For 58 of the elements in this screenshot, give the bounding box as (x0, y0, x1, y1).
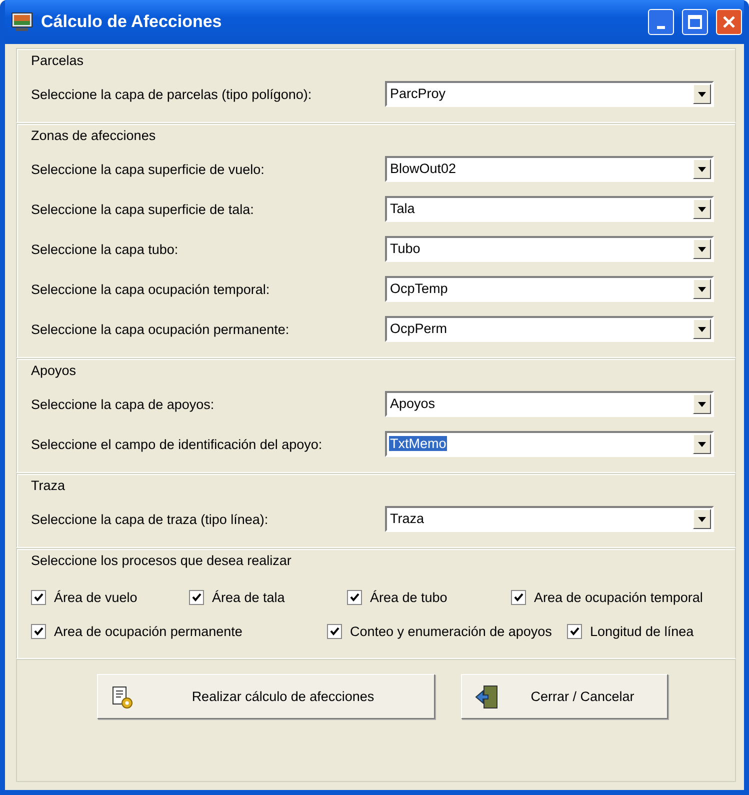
checkbox-label: Área de tubo (370, 590, 448, 604)
caret-icon (698, 206, 706, 212)
field-label: Seleccione la capa de parcelas (tipo polígono): (31, 86, 313, 102)
minimize-icon (657, 26, 665, 28)
group-title: Zonas de afecciones (31, 128, 157, 143)
document-gear-icon (110, 684, 134, 708)
dropdown[interactable]: OcpTemp (385, 276, 714, 302)
checkbox-label: Conteo y enumeración de apoyos (350, 624, 552, 638)
dropdown[interactable]: Apoyos (385, 391, 714, 417)
close-button[interactable] (716, 9, 742, 35)
checkbox-label: Longitud de línea (590, 624, 694, 638)
action-button[interactable]: Cerrar / Cancelar (461, 674, 668, 719)
dropdown[interactable]: ParcProy (385, 81, 714, 107)
caret-icon (698, 442, 706, 446)
checkbox[interactable] (511, 590, 526, 604)
maximize-icon (688, 15, 702, 29)
checkbox[interactable] (189, 590, 204, 604)
caret-icon (698, 402, 706, 406)
checkbox-label: Area de ocupación temporal (534, 590, 703, 604)
section-title: Seleccione los procesos que desea realizar (31, 553, 292, 568)
dropdown[interactable]: BlowOut02 (385, 156, 714, 182)
checkbox[interactable] (567, 624, 582, 638)
caret-icon (698, 286, 706, 292)
checkbox[interactable] (327, 624, 342, 638)
caret-icon (698, 166, 706, 172)
checkbox-label: Área de tala (212, 590, 285, 604)
field-label: Seleccione la capa superficie de tala: (31, 202, 255, 216)
caret-icon (698, 246, 706, 252)
checkbox[interactable] (31, 624, 46, 638)
dropdown[interactable]: TxtMemo (385, 431, 714, 457)
field-label: Seleccione la capa de traza (tipo línea): (31, 512, 270, 526)
checkbox-label: Area de ocupación permanente (54, 624, 242, 638)
checkbox[interactable] (347, 590, 362, 604)
maximize-button[interactable] (682, 9, 708, 35)
minimize-button[interactable] (648, 9, 674, 35)
field-label: Seleccione el campo de identificación del apoyo: (31, 436, 324, 452)
field-label: Seleccione la capa superficie de vuelo: (31, 162, 266, 176)
close-icon (722, 15, 736, 29)
caret-icon (698, 326, 706, 332)
window-title: Cálculo de Afecciones (41, 12, 223, 32)
group-title: Apoyos (31, 363, 78, 378)
checkbox[interactable] (31, 590, 46, 604)
dropdown[interactable]: Tala (385, 196, 714, 222)
dropdown[interactable]: OcpPerm (385, 316, 714, 342)
group-title: Parcelas (31, 53, 85, 68)
field-label: Seleccione la capa tubo: (31, 242, 180, 256)
checkbox-label: Área de vuelo (54, 590, 138, 604)
group-title: Traza (31, 478, 66, 493)
caret-icon (698, 516, 706, 522)
door-exit-icon (474, 684, 500, 710)
dropdown[interactable]: Tubo (385, 236, 714, 262)
field-label: Seleccione la capa ocupación temporal: (31, 282, 271, 296)
caret-icon (698, 92, 706, 96)
field-label: Seleccione la capa de apoyos: (31, 396, 216, 412)
dropdown[interactable]: Traza (385, 506, 714, 532)
field-label: Seleccione la capa ocupación permanente: (31, 322, 290, 336)
app-icon (11, 12, 33, 32)
action-button[interactable]: Realizar cálculo de afecciones (97, 674, 435, 719)
